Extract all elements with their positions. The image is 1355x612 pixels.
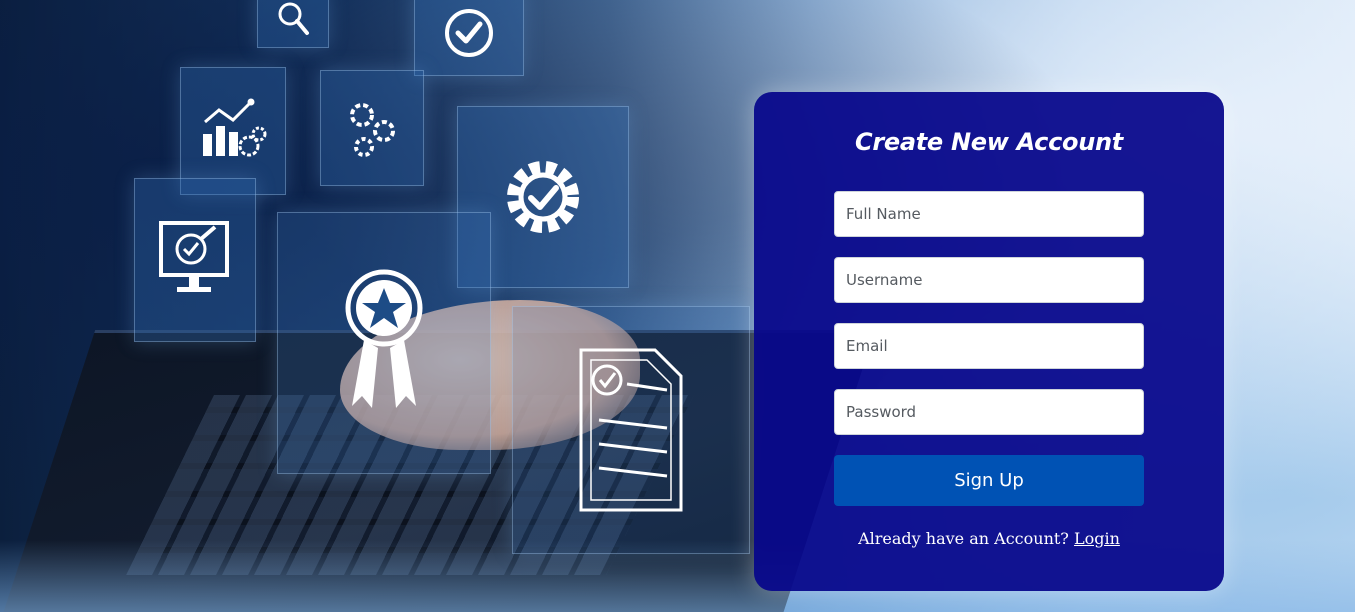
analytics-tile [180, 67, 286, 195]
document-check-icon [579, 348, 683, 512]
check-tile [414, 0, 524, 76]
search-icon [278, 2, 309, 35]
password-input[interactable] [834, 389, 1144, 435]
gears-tile [320, 70, 424, 186]
page: Create New Account Sign Up Already have … [0, 0, 1355, 612]
gears-icon [350, 103, 395, 157]
analytics-chart-icon [203, 98, 267, 157]
form-title: Create New Account [855, 128, 1123, 156]
checkmark-circle-icon [445, 9, 493, 57]
username-input[interactable] [834, 257, 1144, 303]
document-tile [512, 306, 750, 554]
login-link[interactable]: Login [1074, 529, 1120, 548]
award-ribbon-icon [345, 269, 423, 408]
award-tile [277, 212, 491, 474]
email-input[interactable] [834, 323, 1144, 369]
login-prompt-text: Already have an Account? [858, 529, 1069, 548]
gear-check-icon [507, 161, 579, 233]
monitor-tile [134, 178, 256, 342]
login-prompt-row: Already have an Account? Login [754, 529, 1224, 548]
monitor-check-icon [159, 221, 229, 292]
search-tile [257, 0, 329, 48]
sign-up-button[interactable]: Sign Up [834, 455, 1144, 506]
signup-card: Create New Account Sign Up Already have … [754, 92, 1224, 591]
full-name-input[interactable] [834, 191, 1144, 237]
